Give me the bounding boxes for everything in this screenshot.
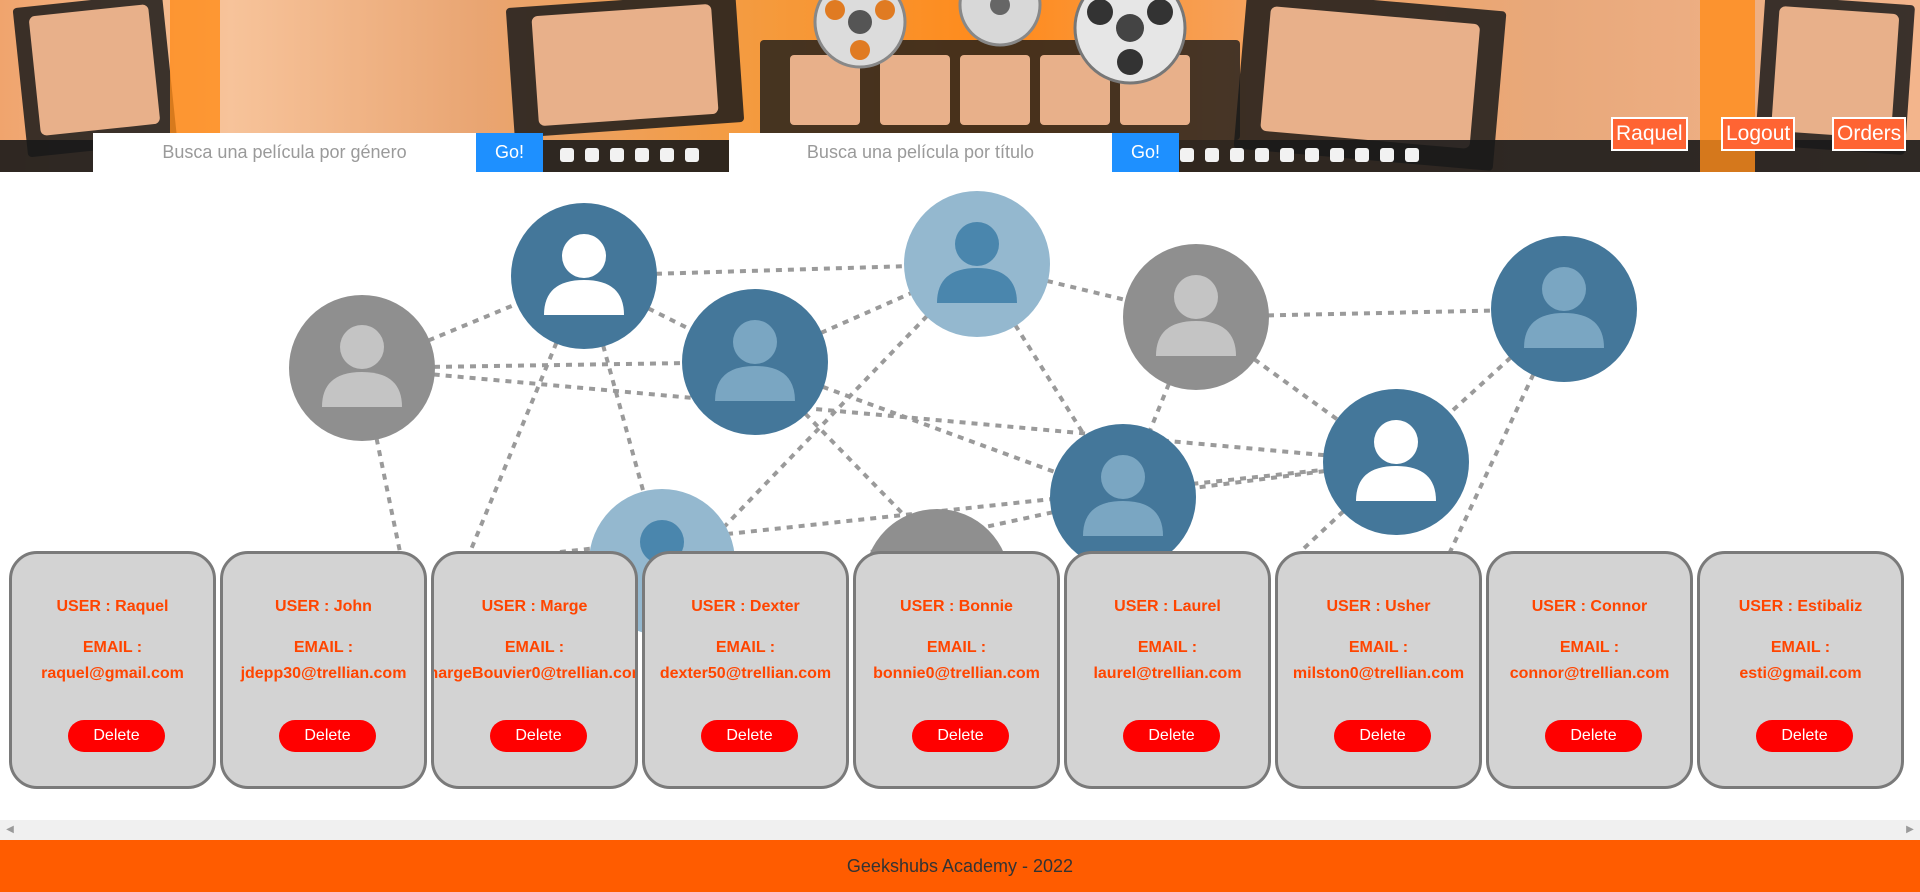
user-name: USER : Marge bbox=[481, 598, 588, 615]
footer-text: Geekshubs Academy - 2022 bbox=[846, 856, 1074, 876]
delete-user-button[interactable]: Delete bbox=[279, 720, 376, 752]
user-name: USER : Laurel bbox=[1114, 598, 1221, 615]
user-name: USER : Connor bbox=[1531, 598, 1648, 615]
delete-user-button[interactable]: Delete bbox=[68, 720, 165, 752]
delete-user-button[interactable]: Delete bbox=[701, 720, 798, 752]
user-name: USER : Bonnie bbox=[900, 598, 1013, 615]
user-cards-row: USER : Raquel EMAIL : raquel@gmail.com D… bbox=[9, 551, 1911, 793]
email-label: EMAIL : bbox=[504, 639, 565, 656]
delete-user-button[interactable]: Delete bbox=[912, 720, 1009, 752]
user-card: USER : Dexter EMAIL : dexter50@trellian.… bbox=[642, 551, 849, 789]
user-email: esti@gmail.com bbox=[1739, 665, 1862, 682]
user-card: USER : Bonnie EMAIL : bonnie0@trellian.c… bbox=[853, 551, 1060, 789]
user-name: USER : Raquel bbox=[56, 598, 169, 615]
logout-button[interactable]: Logout bbox=[1721, 117, 1796, 151]
header-banner: Go! Go! Raquel Logout Orders bbox=[0, 0, 1920, 172]
email-label: EMAIL : bbox=[1559, 639, 1620, 656]
user-name: USER : Dexter bbox=[691, 598, 800, 615]
user-email: jdepp30@trellian.com bbox=[240, 665, 407, 682]
horizontal-scrollbar[interactable]: ◀ ▶ bbox=[0, 820, 1920, 840]
user-card: USER : Estibaliz EMAIL : esti@gmail.com … bbox=[1697, 551, 1904, 789]
footer: Geekshubs Academy - 2022 bbox=[0, 840, 1920, 892]
profile-button[interactable]: Raquel bbox=[1611, 117, 1688, 151]
user-card: USER : Marge EMAIL : margeBouvier0@trell… bbox=[431, 551, 638, 789]
orders-button[interactable]: Orders bbox=[1832, 117, 1907, 151]
user-email: dexter50@trellian.com bbox=[659, 665, 832, 682]
arrow-right-icon[interactable]: ▶ bbox=[1900, 820, 1920, 840]
user-email: connor@trellian.com bbox=[1509, 665, 1670, 682]
user-email: raquel@gmail.com bbox=[41, 665, 184, 682]
user-card: USER : Usher EMAIL : milston0@trellian.c… bbox=[1275, 551, 1482, 789]
title-search-go-button[interactable]: Go! bbox=[1112, 133, 1179, 172]
user-card: USER : Connor EMAIL : connor@trellian.co… bbox=[1486, 551, 1693, 789]
email-label: EMAIL : bbox=[293, 639, 354, 656]
email-label: EMAIL : bbox=[715, 639, 776, 656]
email-label: EMAIL : bbox=[926, 639, 987, 656]
user-email: laurel@trellian.com bbox=[1093, 665, 1242, 682]
user-email: milston0@trellian.com bbox=[1292, 665, 1465, 682]
delete-user-button[interactable]: Delete bbox=[490, 720, 587, 752]
delete-user-button[interactable]: Delete bbox=[1123, 720, 1220, 752]
user-card: USER : Laurel EMAIL : laurel@trellian.co… bbox=[1064, 551, 1271, 789]
user-name: USER : John bbox=[275, 598, 372, 615]
user-card: USER : Raquel EMAIL : raquel@gmail.com D… bbox=[9, 551, 216, 789]
user-name: USER : Estibaliz bbox=[1738, 598, 1863, 615]
genre-search-input[interactable] bbox=[93, 133, 476, 172]
delete-user-button[interactable]: Delete bbox=[1334, 720, 1431, 752]
email-label: EMAIL : bbox=[1348, 639, 1409, 656]
arrow-left-icon[interactable]: ◀ bbox=[0, 820, 20, 840]
title-search-input[interactable] bbox=[729, 133, 1112, 172]
delete-user-button[interactable]: Delete bbox=[1545, 720, 1642, 752]
email-label: EMAIL : bbox=[82, 639, 143, 656]
delete-user-button[interactable]: Delete bbox=[1756, 720, 1853, 752]
user-card: USER : John EMAIL : jdepp30@trellian.com… bbox=[220, 551, 427, 789]
user-name: USER : Usher bbox=[1326, 598, 1431, 615]
email-label: EMAIL : bbox=[1137, 639, 1198, 656]
user-email: margeBouvier0@trellian.com bbox=[431, 665, 638, 682]
user-email: bonnie0@trellian.com bbox=[873, 665, 1040, 682]
genre-search-go-button[interactable]: Go! bbox=[476, 133, 543, 172]
email-label: EMAIL : bbox=[1770, 639, 1831, 656]
